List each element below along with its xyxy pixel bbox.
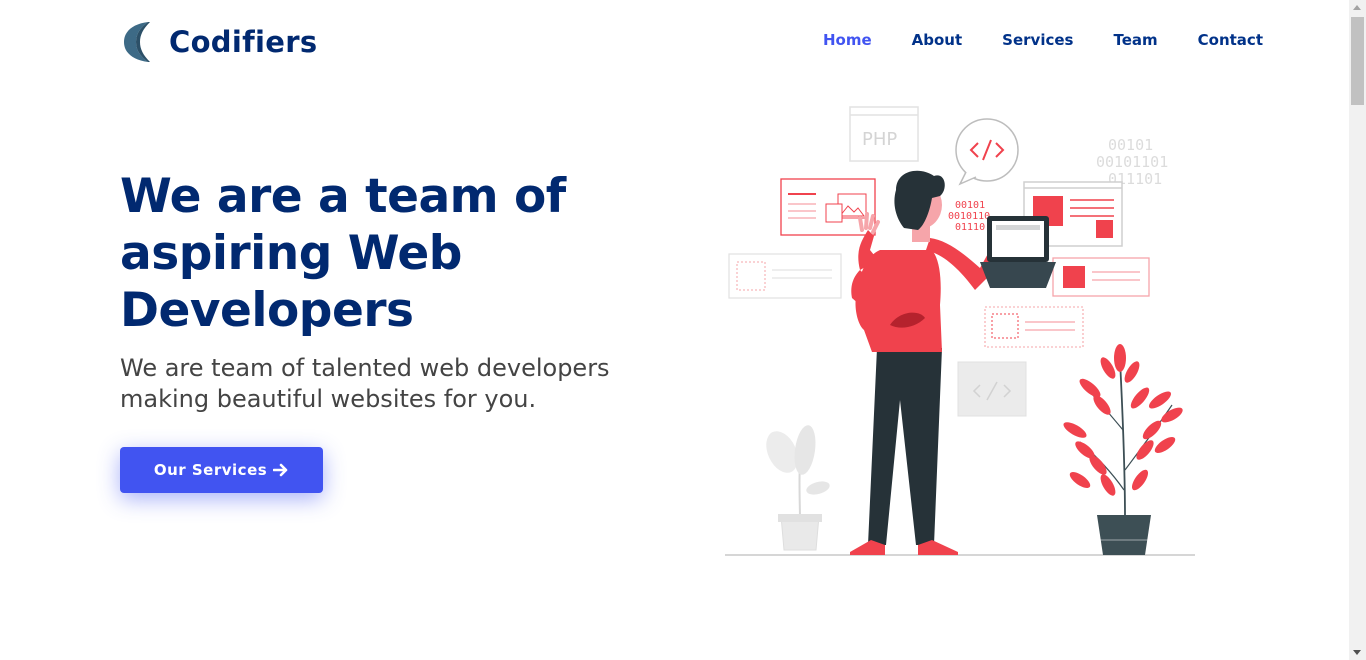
red-plant — [1063, 344, 1183, 555]
wireframe-card-mid — [984, 306, 1084, 348]
web-developer-illustration: PHP 00101 00101101 011101 00101 0010110 … — [725, 106, 1195, 556]
laptop — [980, 216, 1056, 288]
binary-text-head: 00101 0010110 01110 — [948, 200, 990, 233]
svg-text:01110: 01110 — [955, 222, 985, 233]
scroll-down-icon[interactable] — [1353, 650, 1361, 655]
brand-logo[interactable]: Codifiers — [120, 20, 317, 64]
our-services-label: Our Services — [153, 461, 268, 479]
crescent-logo-icon — [124, 22, 150, 62]
our-services-button[interactable]: Our Services — [120, 447, 323, 493]
nav-about[interactable]: About — [912, 31, 963, 49]
arrow-right-icon — [273, 463, 288, 477]
grey-code-card — [957, 361, 1027, 417]
grey-plant — [766, 425, 830, 551]
nav-contact[interactable]: Contact — [1198, 31, 1263, 49]
hero-subtitle: We are team of talented web developers m… — [120, 354, 610, 413]
svg-text:0010110: 0010110 — [948, 211, 990, 222]
wireframe-card-left — [728, 253, 842, 299]
vertical-scrollbar[interactable] — [1349, 0, 1366, 660]
svg-text:00101: 00101 — [1108, 136, 1153, 154]
site-header: Codifiers Home About Services Team Conta… — [0, 0, 1349, 84]
svg-text:00101: 00101 — [955, 200, 985, 211]
nav-home[interactable]: Home — [823, 31, 872, 49]
php-label: PHP — [862, 129, 897, 150]
binary-text-right: 00101 00101101 011101 — [1096, 136, 1168, 188]
brand-name: Codifiers — [169, 25, 318, 59]
php-window: PHP — [849, 106, 919, 162]
scroll-thumb[interactable] — [1351, 17, 1364, 105]
code-bubble — [955, 118, 1019, 186]
main-nav: Home About Services Team Contact — [783, 31, 1263, 49]
nav-team[interactable]: Team — [1113, 31, 1157, 49]
scroll-up-icon[interactable] — [1353, 5, 1361, 10]
svg-text:00101101: 00101101 — [1096, 153, 1168, 171]
hero-title: We are a team of aspiring Web Developers — [120, 169, 566, 338]
nav-services[interactable]: Services — [1002, 31, 1073, 49]
content-card — [1052, 257, 1150, 297]
